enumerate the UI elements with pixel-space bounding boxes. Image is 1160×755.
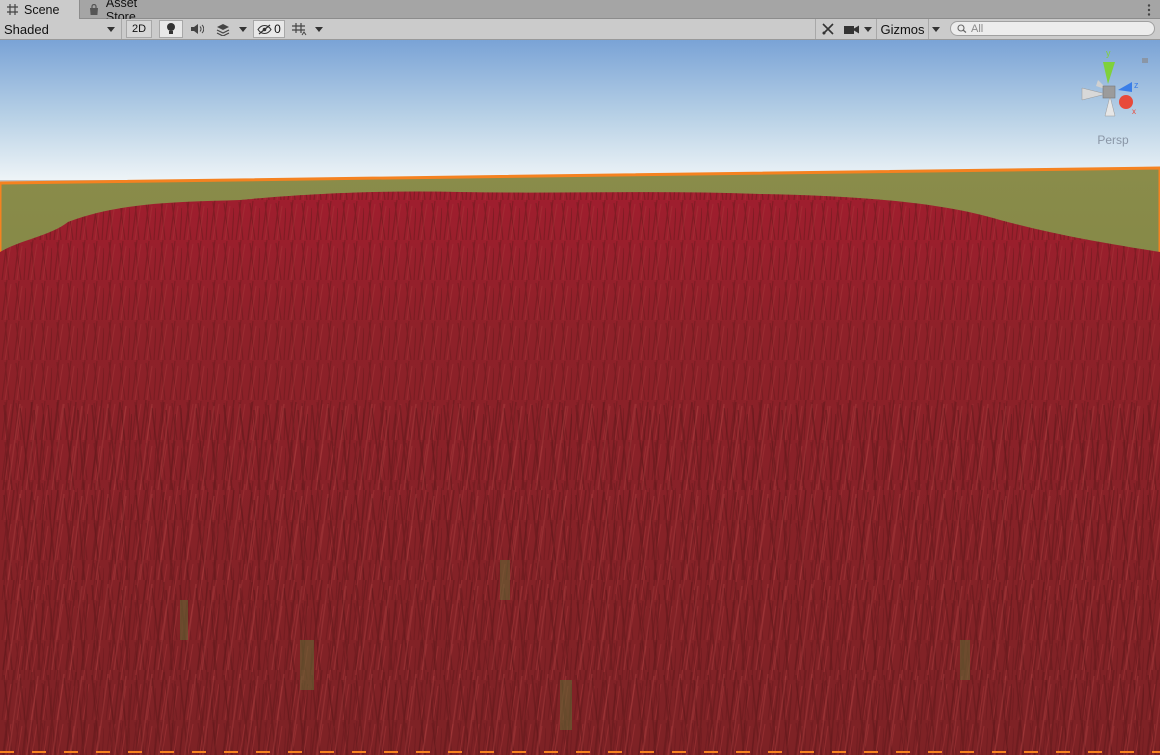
chevron-down-icon: [107, 26, 115, 32]
gizmos-dropdown[interactable]: [928, 19, 943, 39]
layers-icon: [216, 23, 230, 36]
scene-visibility-toggle[interactable]: 0: [253, 20, 285, 38]
chevron-down-icon: [239, 26, 247, 32]
camera-dropdown[interactable]: [862, 19, 874, 39]
gizmo-center-cube[interactable]: [1102, 85, 1116, 99]
grid-toggle-button[interactable]: [288, 19, 310, 39]
hierarchy-search[interactable]: [950, 21, 1155, 36]
sky: [0, 40, 1160, 180]
hidden-object-count: 0: [274, 22, 281, 36]
search-input[interactable]: [971, 22, 1141, 35]
more-options-icon[interactable]: [1146, 3, 1152, 17]
grid-snap-icon: [291, 22, 306, 35]
tab-asset-store[interactable]: Asset Store: [82, 0, 176, 24]
scene-viewport[interactable]: y z x Persp: [0, 40, 1160, 755]
grass-blades-near: [0, 400, 1160, 755]
neg-x-axis-cone[interactable]: [1081, 87, 1107, 101]
tools-icon: [821, 23, 834, 35]
light-bulb-icon: [167, 23, 175, 34]
neg-y-axis-cone[interactable]: [1104, 95, 1116, 117]
projection-label[interactable]: Persp: [1080, 133, 1146, 147]
scene-toolbar: Shaded 2D 0 Gizmos All: [0, 19, 1160, 40]
bag-icon: [88, 3, 101, 16]
audio-toggle-button[interactable]: [185, 19, 209, 39]
tools-toggle-button[interactable]: [815, 19, 839, 39]
draw-mode-label: Shaded: [4, 21, 49, 37]
unity-scene-window: Scene Asset Store Shaded 2D 0 Gizmos All…: [0, 0, 1160, 755]
z-axis-cone[interactable]: [1118, 82, 1132, 92]
y-axis-cone[interactable]: [1103, 62, 1115, 84]
eye-slash-icon: [257, 24, 272, 34]
grid-dropdown[interactable]: [312, 19, 326, 39]
tab-scene-label: Scene: [24, 2, 60, 17]
speaker-icon: [191, 24, 204, 34]
z-axis-label: z: [1134, 80, 1139, 90]
tab-scene[interactable]: Scene: [0, 0, 80, 19]
y-axis-label: y: [1106, 48, 1111, 58]
lock-icon[interactable]: [1142, 58, 1148, 63]
scene-render: [0, 40, 1160, 755]
camera-icon: [844, 25, 859, 34]
draw-mode-dropdown[interactable]: Shaded: [0, 19, 122, 39]
scene-orientation-gizmo[interactable]: y z x: [1070, 46, 1156, 126]
chevron-down-icon: [932, 26, 940, 32]
chevron-down-icon: [315, 26, 323, 32]
toggle-2d-button[interactable]: 2D: [126, 20, 152, 38]
lighting-toggle-button[interactable]: [159, 20, 183, 38]
camera-settings-button[interactable]: [842, 19, 862, 39]
x-axis-label: x: [1132, 107, 1136, 116]
tab-bar: Scene Asset Store: [0, 0, 1160, 24]
search-icon: [957, 24, 967, 33]
x-axis-cone[interactable]: [1119, 95, 1133, 109]
grid-icon: [6, 3, 19, 16]
effects-dropdown[interactable]: [236, 19, 250, 39]
gizmos-button[interactable]: Gizmos: [876, 19, 928, 39]
effects-toggle-button[interactable]: [212, 19, 234, 39]
chevron-down-icon: [864, 26, 872, 32]
